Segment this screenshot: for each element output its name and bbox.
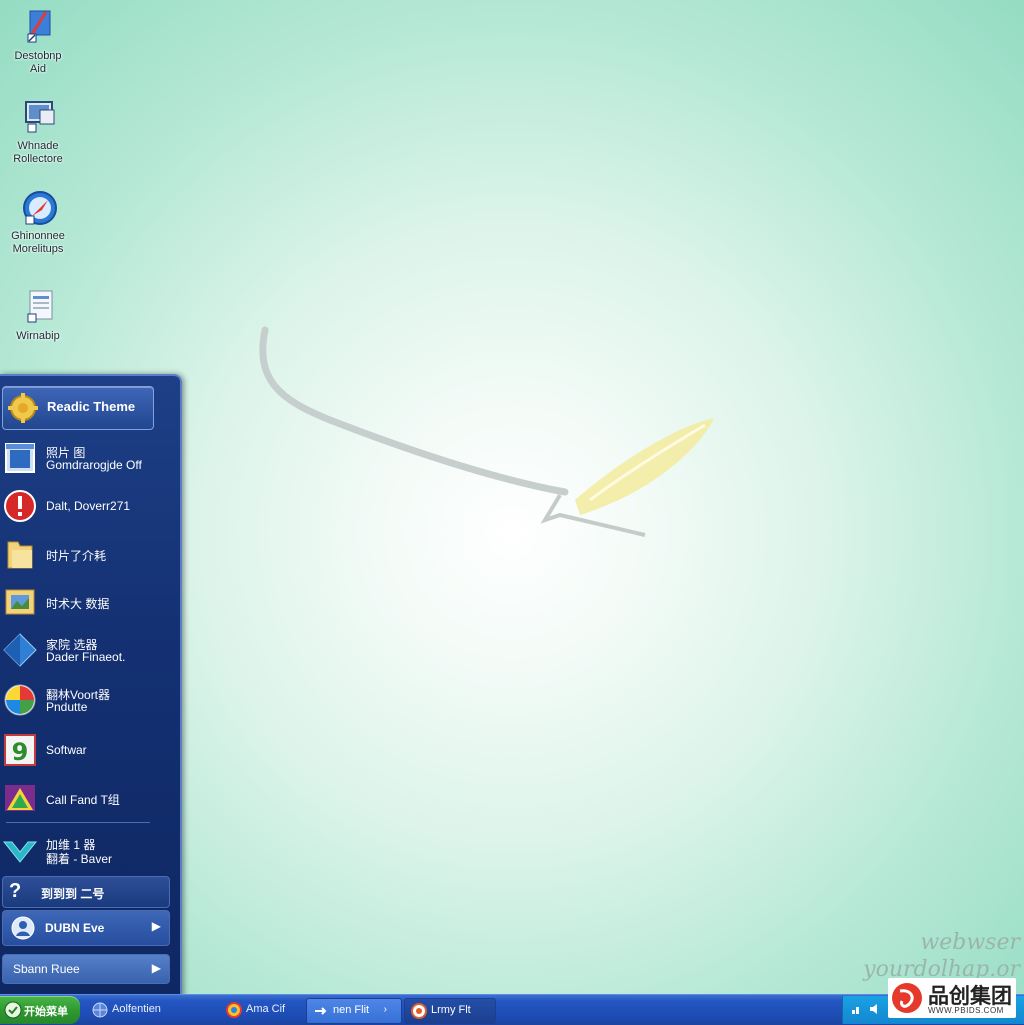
desktop-icon-rollectore[interactable]: Whnade Rollectore [0, 98, 76, 166]
menu-item-sublabel: Dader Finaeot. [46, 650, 126, 664]
record-icon [411, 1003, 427, 1019]
start-button[interactable]: 开始菜单 [0, 996, 80, 1024]
triangle-app-icon [5, 785, 35, 811]
menu-item-label: Softwar [46, 743, 87, 757]
taskbar-item-label: Lrmy Flt [431, 1004, 471, 1016]
menu-item-sublabel: Gomdrarogjde Off [46, 458, 142, 472]
start-menu-item-3[interactable]: 时片了介耗 [0, 532, 170, 576]
compass-icon [23, 191, 57, 225]
desktop-icon-label: Destobnp Aid [14, 50, 62, 75]
pbids-logo: 品创集团 WWW.PBIDS.COM [888, 978, 1016, 1018]
taskbar-item-label: Ama Cif [246, 1003, 286, 1015]
teal-chevron-icon [2, 841, 38, 863]
watermark: webwser yourdolhap.or [863, 930, 1020, 982]
photo-folder-icon [5, 589, 35, 615]
start-menu-title: Readic Theme [47, 399, 136, 414]
taskbar-item-label: Aolfentien [112, 1003, 161, 1015]
pbids-swirl-icon [892, 983, 922, 1013]
start-menu-item-7[interactable]: 9 Softwar [0, 728, 170, 772]
svg-text:9: 9 [12, 738, 29, 766]
menu-separator [6, 822, 150, 823]
menu-item-sublabel: Pndutte [46, 700, 88, 714]
start-menu-item-8[interactable]: Call Fand T组 [0, 776, 170, 820]
user-button[interactable]: DUBN Eve ▶ [2, 910, 170, 946]
start-menu: Readic Theme 照片 图 Gomdrarogjde Off Dalt,… [0, 374, 182, 998]
start-orb-icon [4, 1001, 22, 1019]
desktop-icon-label: Whnade Rollectore [13, 140, 63, 165]
blue-diamond-icon [3, 633, 37, 667]
watermark-line-1: webwser [920, 930, 1020, 955]
browser-icon [226, 1002, 242, 1018]
arrow-right-icon: ▶ [151, 919, 161, 933]
red-alert-icon [4, 490, 36, 522]
folder-icon [7, 541, 33, 569]
help-label: 到到到 二号 [41, 887, 105, 901]
network-icon[interactable] [851, 1003, 863, 1015]
window-icon [5, 443, 35, 473]
taskbar-item-label: nen Flit [333, 1004, 370, 1016]
arrow-right-icon: ▶ [151, 961, 161, 975]
chevron-right-icon: › [383, 1004, 387, 1015]
taskbar: 开始菜单 Aolfentien Ama Cif nen Flit › Lrmy … [0, 994, 1024, 1025]
taskbar-item-2[interactable]: Ama Cif [220, 998, 300, 1022]
green-number-icon: 9 [4, 734, 36, 766]
desktop-icon-morelitups[interactable]: Ghinonnee Morelitups [0, 188, 76, 256]
gear-puzzle-icon [8, 393, 38, 423]
user-label: DUBN Eve [45, 921, 105, 935]
taskbar-item-1[interactable]: Aolfentien [86, 998, 214, 1022]
desktop-icon-label: Wirnabip [16, 330, 60, 342]
menu-item-label: 时术大 数据 [46, 597, 110, 611]
start-menu-item-1[interactable]: 照片 图 Gomdrarogjde Off [0, 436, 170, 480]
search-button[interactable]: Sbann Ruee ▶ [2, 954, 170, 984]
start-menu-item-4[interactable]: 时术大 数据 [0, 580, 170, 624]
desktop-icon-wirnabip[interactable]: Wirnabip [0, 288, 76, 343]
arrow-app-icon [315, 1007, 327, 1015]
document-icon [27, 290, 53, 323]
menu-item-label: Call Fand T组 [46, 793, 120, 807]
question-mark-icon: ? [9, 880, 22, 902]
desktop-icon-label: Ghinonnee Morelitups [11, 230, 65, 255]
search-label: Sbann Ruee [13, 962, 80, 976]
help-button[interactable]: ? 到到到 二号 [2, 876, 170, 908]
globe-icon [92, 1002, 108, 1018]
desktop-icon-desktop-aid[interactable]: Destobnp Aid [0, 8, 76, 76]
menu-item-label: Dalt, Doverr271 [46, 499, 131, 513]
user-avatar-icon [11, 916, 35, 940]
start-label: 开始菜单 [24, 1006, 68, 1018]
pbids-subtitle: WWW.PBIDS.COM [928, 1006, 1004, 1015]
taskbar-item-3[interactable]: nen Flit › [306, 998, 402, 1024]
menu-item-sublabel: 翻着 - Baver [46, 852, 113, 866]
start-menu-item-2[interactable]: Dalt, Doverr271 [0, 484, 170, 528]
monitor-icon [25, 101, 55, 133]
pen-tool-icon [27, 10, 51, 43]
color-wheel-icon [4, 684, 36, 716]
start-menu-item-5[interactable]: 家院 选器 Dader Finaeot. [0, 628, 170, 672]
volume-icon[interactable] [869, 1003, 881, 1015]
taskbar-item-4[interactable]: Lrmy Flt [404, 998, 496, 1024]
start-menu-header[interactable]: Readic Theme [2, 386, 154, 430]
menu-item-label: 时片了介耗 [46, 549, 107, 563]
start-menu-item-9[interactable]: 加维 1 器 翻着 - Baver [0, 828, 170, 872]
start-menu-item-6[interactable]: 翻林Voort器 Pndutte [0, 678, 170, 722]
